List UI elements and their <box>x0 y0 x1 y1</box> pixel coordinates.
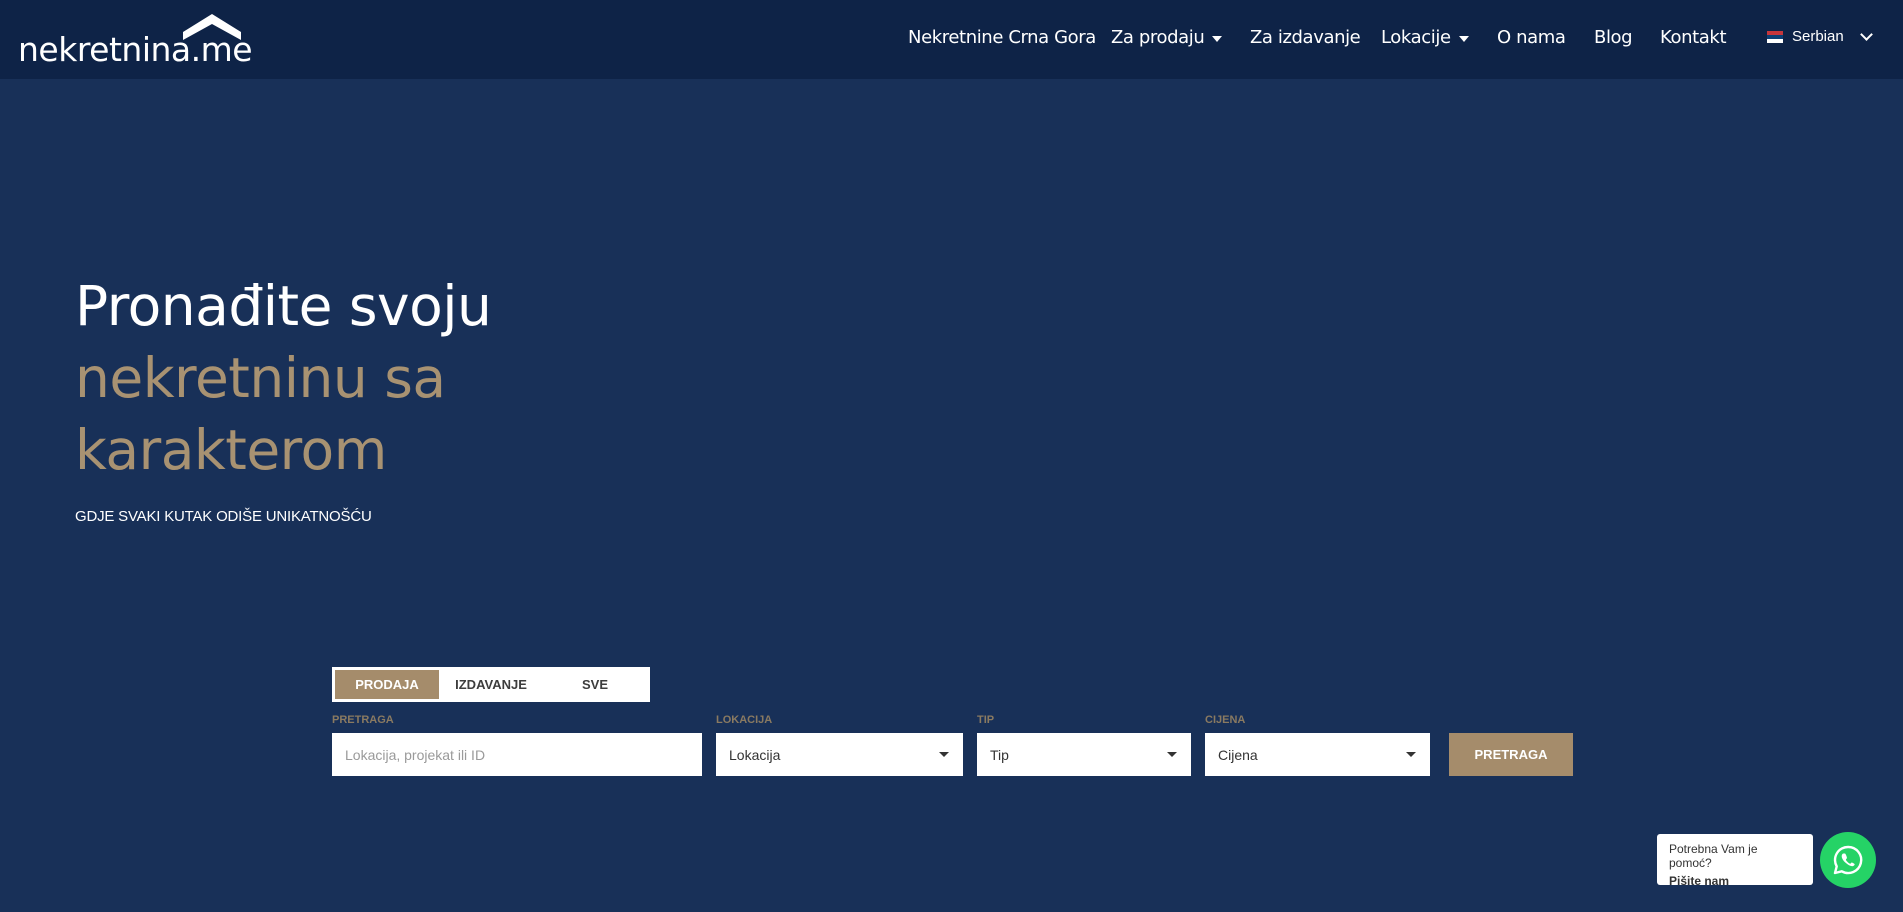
help-line-1: Potrebna Vam je pomoć? <box>1669 842 1758 870</box>
nav-item-za-izdavanje[interactable]: Za izdavanje <box>1250 27 1361 48</box>
help-bubble[interactable]: Potrebna Vam je pomoć? Pišite nam <box>1657 834 1813 888</box>
whatsapp-button[interactable] <box>1820 832 1876 888</box>
listing-type-tabs: PRODAJA IZDAVANJE SVE <box>332 667 650 702</box>
hero-title-line-3: karakterom <box>75 418 387 482</box>
type-select[interactable]: Tip <box>977 733 1191 776</box>
whatsapp-icon <box>1833 845 1863 875</box>
nav-label: Za izdavanje <box>1250 27 1361 48</box>
site-header: nekretnina.me Nekretnine Crna Gora Za pr… <box>0 0 1903 79</box>
tab-prodaja[interactable]: PRODAJA <box>335 670 439 699</box>
price-select[interactable]: Cijena <box>1205 733 1430 776</box>
logo-name: nekretnina <box>18 30 191 69</box>
nav-item-kontakt[interactable]: Kontakt <box>1660 27 1727 48</box>
location-select[interactable]: Lokacija <box>716 733 963 776</box>
caret-down-icon <box>1212 35 1223 42</box>
serbia-flag-icon <box>1767 30 1783 43</box>
hero-title-line-1: Pronađite svoju <box>75 274 492 338</box>
search-query-label: PRETRAGA <box>332 714 394 726</box>
caret-down-icon <box>1167 752 1177 757</box>
nav-item-nekretnine-crna-gora[interactable]: Nekretnine Crna Gora <box>908 27 1096 48</box>
caret-down-icon <box>1406 752 1416 757</box>
hero-title: Pronađite svoju nekretninu sa karakterom <box>75 270 492 486</box>
location-label: LOKACIJA <box>716 714 773 726</box>
nav-label: Lokacije <box>1381 27 1451 48</box>
help-line-2: Pišite nam <box>1669 874 1730 888</box>
location-select-value: Lokacija <box>729 746 781 763</box>
nav-item-za-prodaju[interactable]: Za prodaju <box>1111 27 1223 48</box>
nav-label: O nama <box>1497 27 1566 48</box>
nav-label: Blog <box>1594 27 1633 48</box>
search-query-field <box>332 733 702 776</box>
hero-title-line-2: nekretninu sa <box>75 346 446 410</box>
price-label: CIJENA <box>1205 714 1246 726</box>
logo-domain: .me <box>190 30 253 69</box>
hero-subtitle: GDJE SVAKI KUTAK ODIŠE UNIKATNOŠĆU <box>75 508 372 525</box>
type-label: TIP <box>977 714 995 726</box>
nav-label: Nekretnine Crna Gora <box>908 27 1096 48</box>
search-input[interactable] <box>345 746 702 763</box>
logo-text: nekretnina.me <box>18 30 253 69</box>
nav-label: Kontakt <box>1660 27 1727 48</box>
language-label: Serbian <box>1792 28 1844 45</box>
price-select-value: Cijena <box>1218 746 1258 763</box>
tab-sve[interactable]: SVE <box>543 670 647 699</box>
nav-item-o-nama[interactable]: O nama <box>1497 27 1566 48</box>
nav-label: Za prodaju <box>1111 27 1205 48</box>
caret-down-icon <box>939 752 949 757</box>
chevron-down-icon <box>1859 27 1873 41</box>
nav-item-lokacije[interactable]: Lokacije <box>1381 27 1469 48</box>
caret-down-icon <box>1458 35 1469 42</box>
language-selector[interactable]: Serbian <box>1767 27 1873 45</box>
search-button[interactable]: PRETRAGA <box>1449 733 1573 776</box>
nav-item-blog[interactable]: Blog <box>1594 27 1633 48</box>
site-logo[interactable]: nekretnina.me <box>18 12 253 69</box>
type-select-value: Tip <box>990 746 1009 763</box>
tab-izdavanje[interactable]: IZDAVANJE <box>439 670 543 699</box>
